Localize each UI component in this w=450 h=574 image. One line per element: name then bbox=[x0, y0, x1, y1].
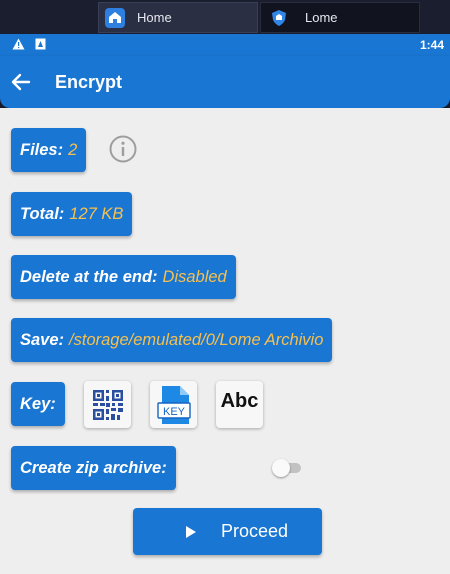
home-icon bbox=[105, 7, 125, 28]
play-icon bbox=[185, 525, 197, 539]
total-size-chip: Total: 127 KB bbox=[11, 192, 133, 236]
delete-value: Disabled bbox=[162, 267, 227, 286]
tab-lome-label: Lome bbox=[305, 10, 338, 25]
save-label: Save: bbox=[20, 330, 65, 349]
zip-toggle-thumb bbox=[272, 459, 290, 477]
proceed-label: Proceed bbox=[221, 521, 289, 541]
delete-label: Delete at the end: bbox=[20, 267, 158, 286]
encrypt-form: Files: 2 Total: 127 KB Delete at the end… bbox=[0, 108, 450, 574]
app-bar: Encrypt bbox=[0, 56, 450, 108]
zip-label: Create zip archive: bbox=[20, 458, 167, 477]
arrow-left-icon bbox=[11, 73, 31, 91]
proceed-button[interactable]: Proceed bbox=[133, 508, 322, 555]
key-file-button[interactable]: KEY bbox=[150, 381, 197, 428]
zip-toggle[interactable] bbox=[272, 459, 302, 477]
zip-archive-chip: Create zip archive: bbox=[11, 446, 176, 490]
notification-icon bbox=[35, 38, 46, 53]
total-label: Total: bbox=[20, 204, 65, 223]
status-time: 1:44 bbox=[419, 38, 444, 52]
key-file-text: KEY bbox=[162, 406, 185, 418]
status-bar: 1:44 bbox=[0, 34, 450, 56]
delete-at-end-chip[interactable]: Delete at the end: Disabled bbox=[11, 255, 236, 299]
emulator-tab-bar: Home Lome bbox=[0, 0, 450, 34]
page-title: Encrypt bbox=[55, 72, 123, 92]
files-value: 2 bbox=[68, 140, 78, 159]
qr-code-icon bbox=[92, 389, 123, 420]
lome-shield-icon bbox=[269, 8, 289, 28]
key-file-icon: KEY bbox=[156, 385, 191, 424]
key-label-chip: Key: bbox=[11, 382, 65, 426]
tab-home[interactable]: Home bbox=[98, 2, 258, 33]
tab-lome[interactable]: Lome bbox=[260, 2, 420, 33]
tab-home-label: Home bbox=[137, 10, 172, 25]
qr-key-button[interactable] bbox=[84, 381, 131, 428]
warning-icon bbox=[12, 38, 25, 53]
save-path-chip[interactable]: Save: /storage/emulated/0/Lome Archivio bbox=[11, 318, 333, 362]
back-button[interactable] bbox=[8, 69, 34, 95]
info-button[interactable] bbox=[108, 134, 138, 164]
abc-text-icon: Abc bbox=[220, 390, 259, 412]
text-key-button[interactable]: Abc bbox=[216, 381, 263, 428]
save-value: /storage/emulated/0/Lome Archivio bbox=[69, 330, 324, 349]
total-value: 127 KB bbox=[69, 204, 124, 223]
files-count-chip: Files: 2 bbox=[11, 128, 87, 172]
info-icon bbox=[109, 135, 137, 163]
files-label: Files: bbox=[20, 140, 64, 159]
key-label: Key: bbox=[20, 394, 56, 413]
